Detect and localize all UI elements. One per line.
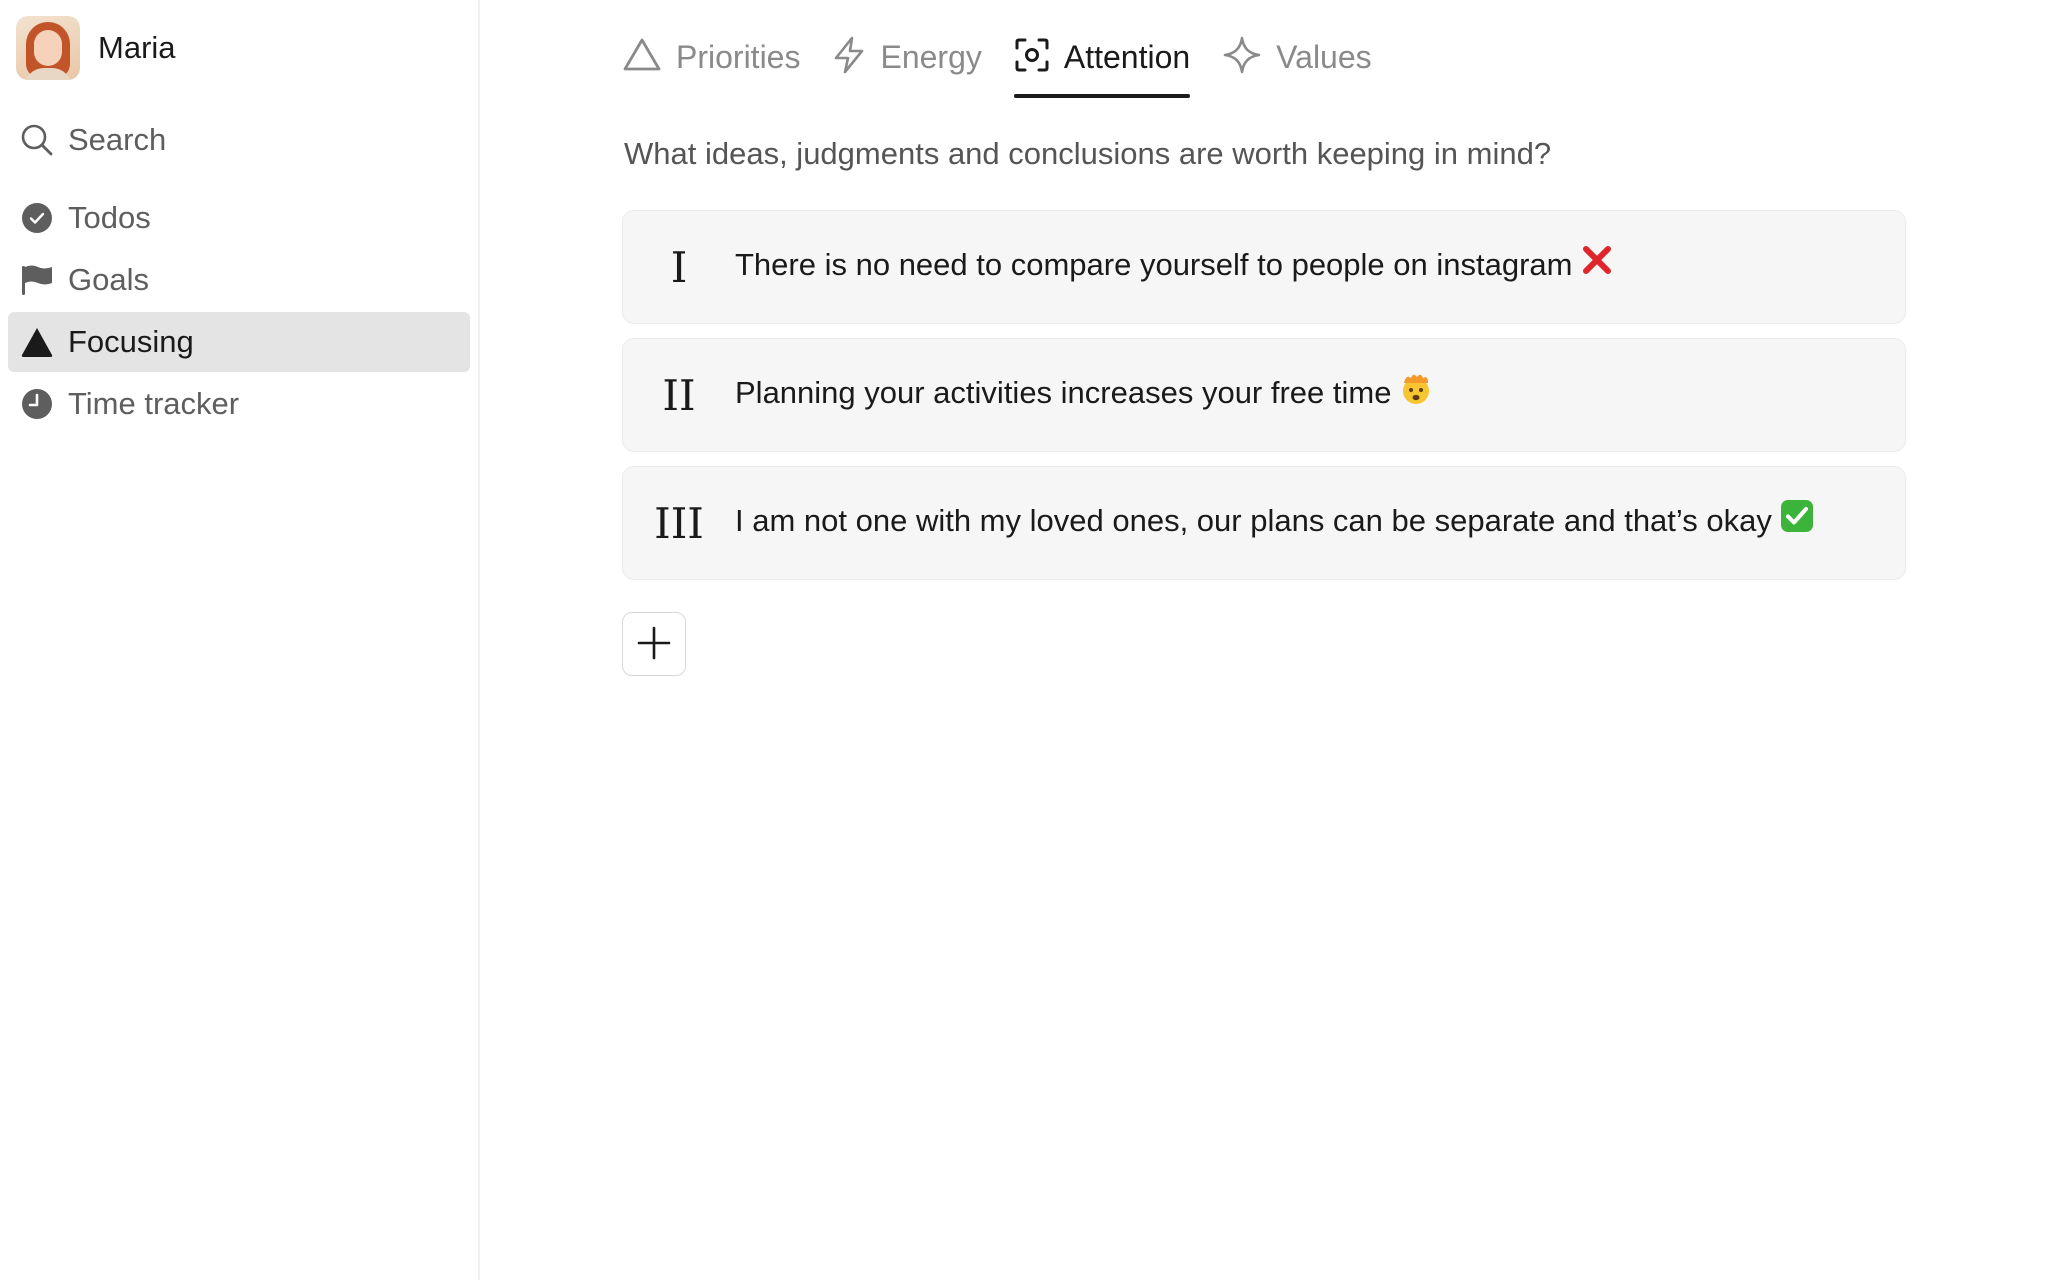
sidebar: Maria Search Todos Goals Focusing Time t… [0,0,480,1280]
search-icon [20,123,54,157]
sparkle-icon [1222,35,1262,80]
tab-label: Priorities [676,38,801,75]
tab-values[interactable]: Values [1222,22,1372,92]
tab-label: Values [1276,38,1372,75]
roman-numeral: I [670,242,688,292]
sidebar-item-todos[interactable]: Todos [8,188,470,248]
search-label: Search [68,122,167,157]
sidebar-item-goals[interactable]: Goals [8,250,470,310]
sidebar-item-focusing[interactable]: Focusing [8,312,470,372]
plus-icon [636,625,672,664]
add-item-button[interactable] [622,612,686,676]
list-item[interactable]: II Planning your activities increases yo… [622,338,1906,452]
prompt-question: What ideas, judgments and conclusions ar… [624,136,1552,171]
focus-target-icon [1014,37,1050,78]
tab-attention[interactable]: Attention [1013,22,1191,98]
roman-numeral: III [654,498,704,548]
tab-priorities[interactable]: Priorities [622,22,800,92]
check-circle-icon [20,201,54,235]
main-content: Priorities Energy Attention Values What … [480,0,2048,1280]
triangle-outline-icon [622,37,662,78]
tab-bar: Priorities Energy Attention Values [622,22,1404,100]
list-item[interactable]: III I am not one with my loved ones, our… [622,466,1906,580]
item-text: I am not one with my loved ones, our pla… [735,499,1814,544]
tab-energy[interactable]: Energy [832,22,982,92]
item-text: There is no need to compare yourself to … [735,246,1614,288]
clock-icon [20,387,54,421]
user-name: Maria [98,30,176,65]
triangle-icon [20,325,54,359]
tab-label: Attention [1063,38,1191,75]
sidebar-item-label: Goals [68,262,149,297]
list-item[interactable]: I There is no need to compare yourself t… [622,210,1906,324]
mind-blown-emoji [1399,371,1433,413]
sidebar-item-label: Focusing [68,324,194,359]
cross-mark-emoji [1580,243,1614,285]
user-profile[interactable]: Maria [8,16,470,80]
sidebar-item-label: Time tracker [68,386,240,421]
avatar [16,16,80,80]
attention-list: I There is no need to compare yourself t… [622,210,1906,594]
roman-numeral: II [662,370,696,420]
search-button[interactable]: Search [8,112,470,168]
app-window: Maria Search Todos Goals Focusing Time t… [0,0,2048,1280]
tab-label: Energy [880,38,982,75]
sidebar-item-time-tracker[interactable]: Time tracker [8,374,470,434]
check-mark-emoji [1780,499,1814,541]
lightning-icon [832,36,866,79]
item-text: Planning your activities increases your … [735,374,1433,416]
sidebar-nav: Todos Goals Focusing Time tracker [8,188,470,434]
flag-icon [20,263,54,297]
sidebar-item-label: Todos [68,200,151,235]
